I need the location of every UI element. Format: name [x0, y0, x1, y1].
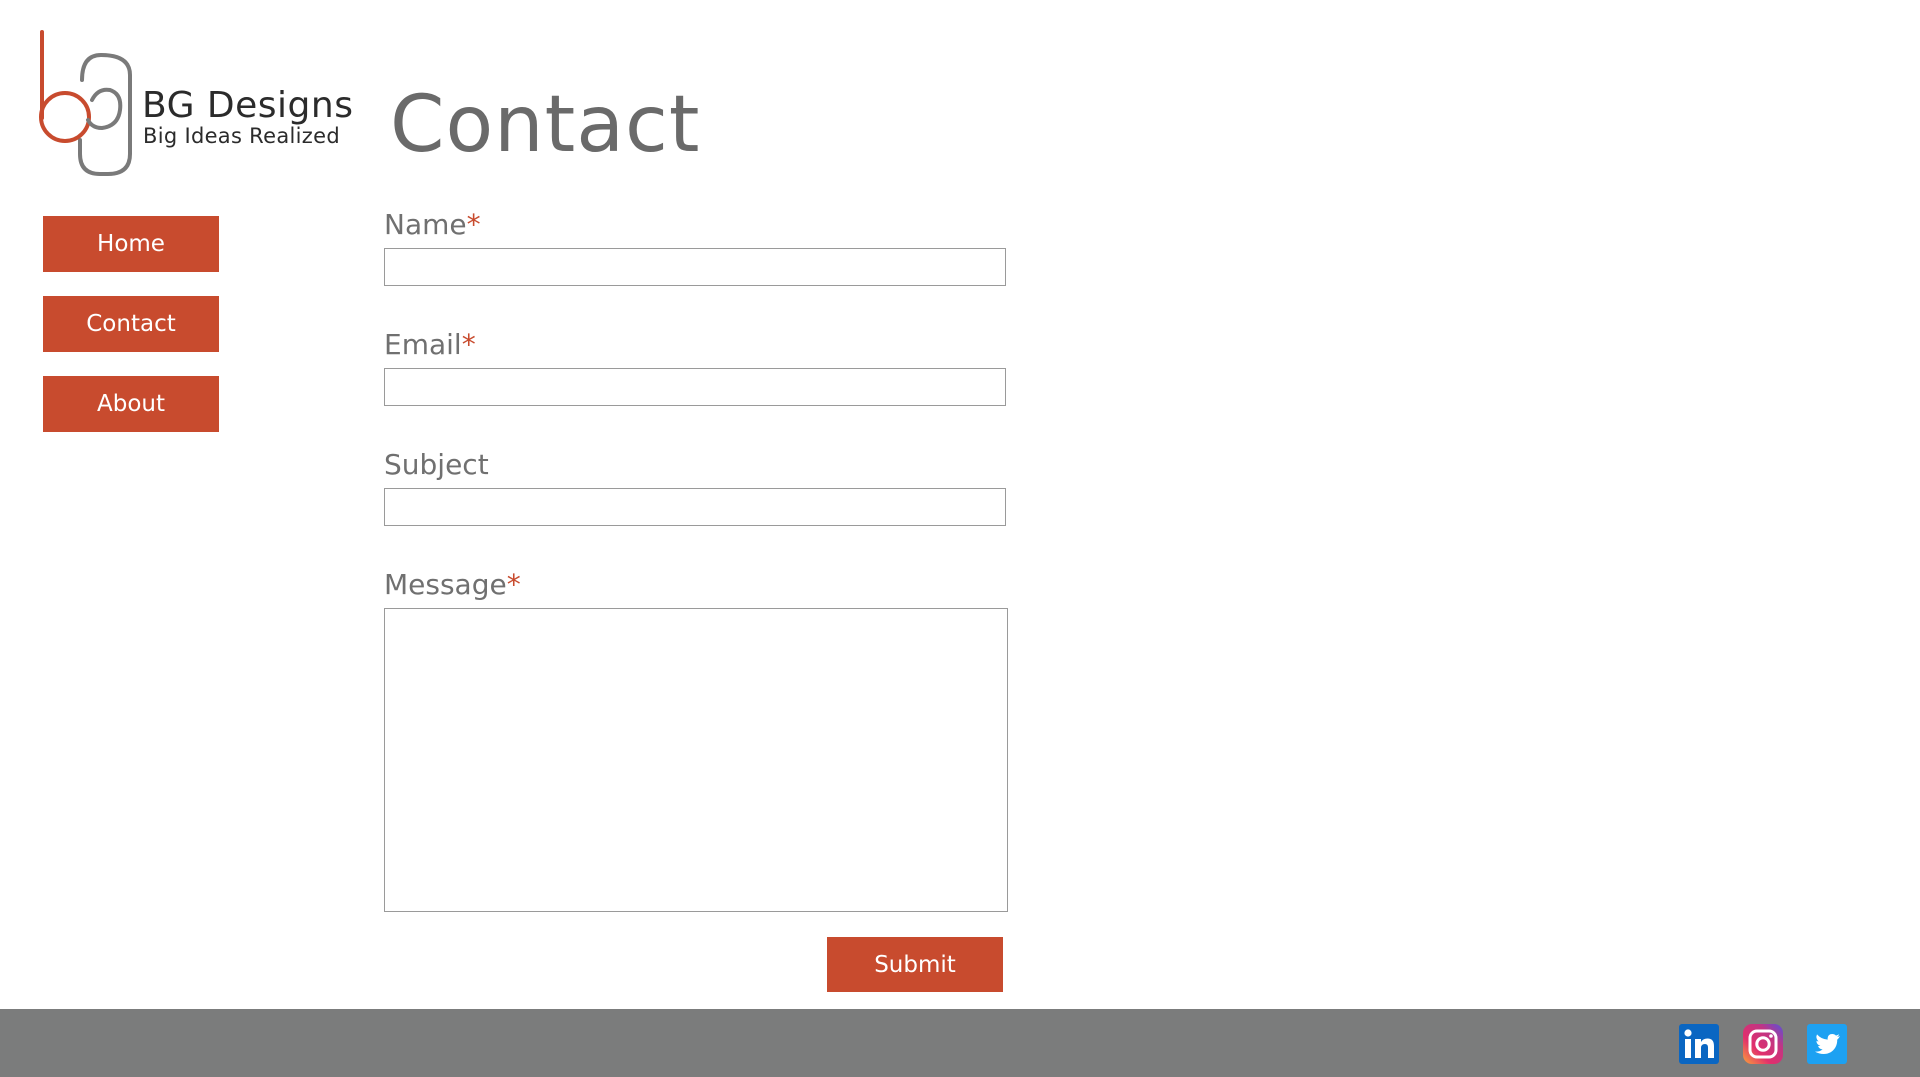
email-input[interactable] [384, 368, 1006, 406]
message-textarea[interactable] [384, 608, 1008, 912]
name-input[interactable] [384, 248, 1006, 286]
name-label-text: Name [384, 208, 467, 241]
page-title: Contact [390, 80, 701, 170]
required-asterisk: * [466, 208, 481, 241]
brand-name: BG Designs [142, 85, 354, 126]
brand-tagline: Big Ideas Realized [143, 124, 340, 148]
nav-about-button[interactable]: About [43, 376, 219, 432]
subject-label-text: Subject [384, 448, 489, 481]
logo-icon [39, 30, 132, 176]
twitter-icon[interactable] [1807, 1024, 1847, 1064]
name-label: Name* [384, 208, 481, 241]
nav-contact-button[interactable]: Contact [43, 296, 219, 352]
instagram-icon[interactable] [1743, 1024, 1783, 1064]
subject-label: Subject [384, 448, 489, 481]
submit-button[interactable]: Submit [827, 937, 1003, 992]
required-asterisk: * [461, 328, 476, 361]
required-asterisk: * [506, 568, 521, 601]
footer [0, 1009, 1920, 1077]
message-label: Message* [384, 568, 521, 601]
page: BG Designs Big Ideas Realized Home Conta… [0, 0, 1920, 1077]
email-label-text: Email [384, 328, 462, 361]
nav-home-button[interactable]: Home [43, 216, 219, 272]
subject-input[interactable] [384, 488, 1006, 526]
linkedin-icon[interactable] [1679, 1024, 1719, 1064]
message-label-text: Message [384, 568, 507, 601]
email-label: Email* [384, 328, 476, 361]
logo[interactable]: BG Designs Big Ideas Realized [38, 30, 358, 180]
